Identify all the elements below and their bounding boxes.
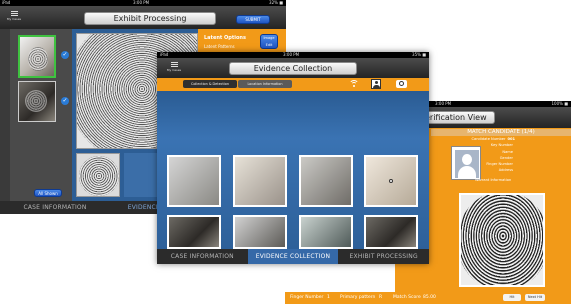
page-title: erification View (423, 111, 495, 124)
latent-patterns-label: Latent Patterns (204, 44, 235, 49)
tab-evidence-collection[interactable]: EVIDENCE COLLECTION (247, 249, 339, 264)
finger-number-label: Finger Number (290, 295, 324, 300)
evidence-photo-1[interactable] (167, 155, 221, 207)
evidence-photo-3[interactable] (299, 155, 353, 207)
candidate-fingerprint (459, 193, 545, 287)
evidence-photo-4[interactable] (364, 155, 418, 207)
thumbnail-2[interactable] (18, 81, 56, 122)
page-title: Evidence Collection (229, 62, 357, 75)
my-cases-button[interactable]: My Cases (5, 11, 23, 21)
fingerprint-ridges (461, 195, 543, 285)
footer-row: Finger Number 1 Primary pattern R Match … (285, 292, 571, 304)
evidence-grid (157, 91, 429, 249)
evidence-photo-6[interactable] (233, 215, 287, 249)
finger-number-value: 1 (327, 295, 330, 300)
collection-detection-button[interactable]: Collection & Detection (183, 80, 237, 88)
evidence-photo-5[interactable] (167, 215, 221, 249)
camera-icon[interactable] (396, 80, 407, 88)
match-candidate-heading: MATCH CANDIDATE (1/4) (431, 129, 571, 136)
match-score-label: Match Score (393, 295, 421, 300)
candidate-field-value: 001 (507, 137, 515, 141)
candidate-field-label: Warrant Information (475, 177, 512, 182)
location-information-button[interactable]: Location Information (238, 80, 292, 88)
primary-pattern-value: R (379, 295, 383, 300)
wifi-icon[interactable] (348, 79, 360, 89)
evidence-photo-7[interactable] (299, 215, 353, 249)
menu-icon (10, 11, 18, 16)
tab-exhibit-processing[interactable]: EXHIBIT PROCESSING (338, 253, 429, 260)
latent-options-title: Latent Options (204, 35, 246, 41)
primary-pattern-label: Primary pattern (340, 295, 376, 300)
candidate-field-label: Address (498, 168, 513, 173)
fingerprint-image (28, 47, 48, 71)
thumbnail-1[interactable] (18, 35, 56, 78)
submit-button[interactable]: SUBMIT (236, 15, 270, 24)
candidate-field-label: Name (502, 149, 513, 154)
candidate-field-label: Candidate Number (471, 137, 506, 141)
thumbnail-column: ✓ ✓ All Shown (10, 29, 72, 201)
check-icon: ✓ (61, 51, 69, 59)
bottom-tabs: CASE INFORMATION EVIDENCE COLLECTION EXH… (157, 249, 429, 264)
match-score-value: 85.00 (423, 295, 436, 300)
my-cases-button[interactable]: My Cases (165, 62, 183, 72)
next-hit-button[interactable]: Next Hit (525, 294, 545, 301)
evidence-photo-8[interactable] (364, 215, 418, 249)
image-edit-button[interactable]: Image Edit (260, 34, 278, 49)
all-shown-button[interactable]: All Shown (34, 189, 62, 197)
candidate-field-label: Key Number (490, 143, 513, 148)
tab-case-information[interactable]: CASE INFORMATION (0, 204, 110, 211)
candidate-field-label: Finger Number (486, 162, 513, 167)
fingerprint-image (25, 90, 47, 112)
person-icon[interactable] (371, 79, 381, 89)
candidate-field-row: Address (471, 167, 571, 173)
check-icon: ✓ (61, 97, 69, 105)
candidate-field-label: Gender (499, 155, 513, 160)
evidence-photo-2[interactable] (233, 155, 287, 207)
menu-icon (170, 62, 178, 67)
candidate-fields: Candidate Number 001 Key Number Name Gender F… (471, 136, 571, 183)
fingerprint-preview[interactable] (76, 153, 120, 197)
center-screen: iPad 3:00 PM 35% ■ My Cases Evidence Col… (157, 52, 429, 264)
toolbar: Collection & Detection Location Informat… (157, 78, 429, 91)
fingerprint-ridges (79, 156, 119, 196)
page-title: Exhibit Processing (84, 12, 216, 25)
candidate-panel: MATCH CANDIDATE (1/4) Candidate Number 00… (431, 128, 571, 190)
tab-case-information[interactable]: CASE INFORMATION (157, 253, 248, 260)
hit-button[interactable]: Hit (503, 294, 521, 301)
candidate-field-row: Warrant Information (471, 177, 571, 183)
